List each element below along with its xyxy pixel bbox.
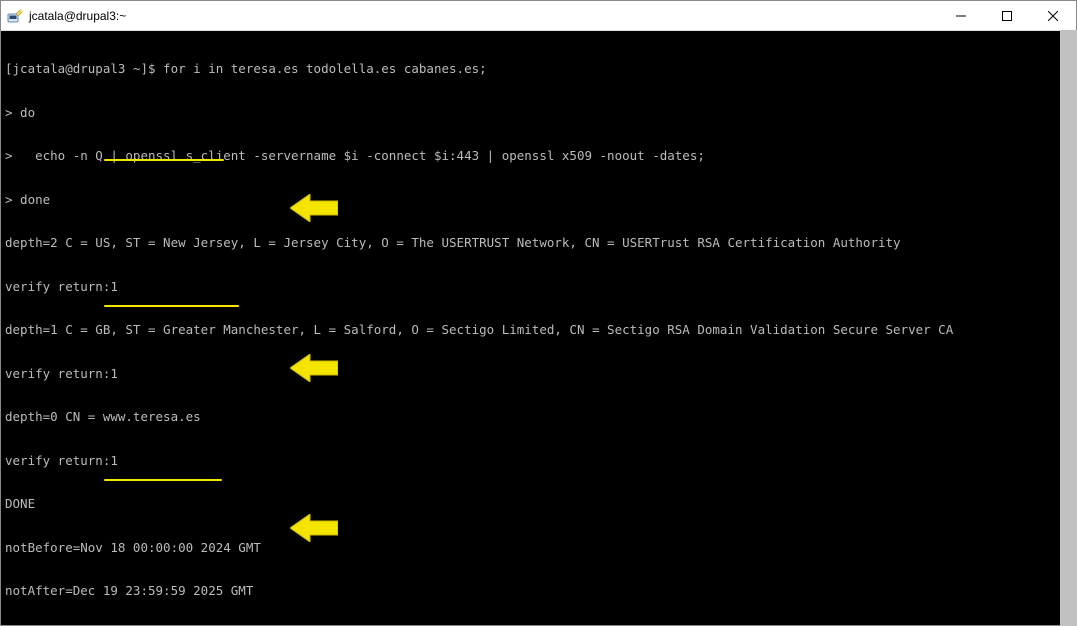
titlebar[interactable]: jcatala@drupal3:~ <box>1 1 1076 31</box>
terminal-line: verify return:1 <box>5 280 1072 295</box>
terminal-line: verify return:1 <box>5 454 1072 469</box>
minimize-button[interactable] <box>938 1 984 30</box>
scrollbar[interactable] <box>1060 30 1077 626</box>
terminal-line: [jcatala@drupal3 ~]$ for i in teresa.es … <box>5 62 1072 77</box>
window-title: jcatala@drupal3:~ <box>29 9 938 23</box>
putty-icon <box>7 8 23 24</box>
highlight-arrow-icon <box>290 514 338 542</box>
terminal-line: verify return:1 <box>5 367 1072 382</box>
scrollbar-thumb[interactable] <box>1060 30 1077 626</box>
terminal-line: > done <box>5 193 1072 208</box>
terminal-line: depth=1 C = GB, ST = Greater Manchester,… <box>5 323 1072 338</box>
highlight-arrow-icon <box>290 354 338 382</box>
terminal-line: > do <box>5 106 1072 121</box>
terminal-window: jcatala@drupal3:~ [jcatala@drupal3 ~]$ f… <box>0 0 1077 626</box>
terminal-line: notBefore=Nov 18 00:00:00 2024 GMT <box>5 541 1072 556</box>
terminal-line: depth=2 C = US, ST = New Jersey, L = Jer… <box>5 236 1072 251</box>
highlight-underline <box>104 479 222 481</box>
maximize-button[interactable] <box>984 1 1030 30</box>
terminal-line: notAfter=Dec 19 23:59:59 2025 GMT <box>5 584 1072 599</box>
terminal-line: > echo -n Q | openssl s_client -serverna… <box>5 149 1072 164</box>
window-controls <box>938 1 1076 30</box>
highlight-underline <box>104 305 239 307</box>
highlight-underline <box>104 159 224 161</box>
highlight-arrow-icon <box>290 194 338 222</box>
terminal-area[interactable]: [jcatala@drupal3 ~]$ for i in teresa.es … <box>1 31 1076 625</box>
terminal-line: DONE <box>5 497 1072 512</box>
close-button[interactable] <box>1030 1 1076 30</box>
terminal-line: depth=0 CN = www.teresa.es <box>5 410 1072 425</box>
